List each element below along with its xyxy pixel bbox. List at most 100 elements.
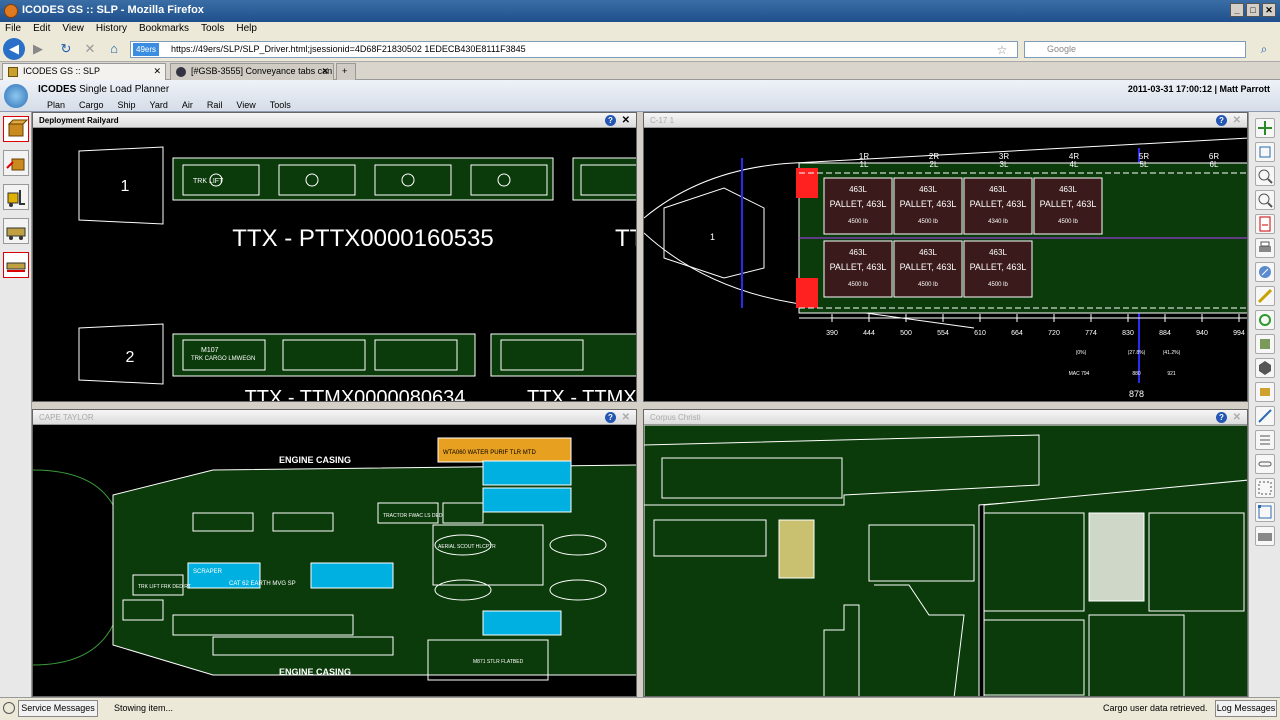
truck-load-icon[interactable] (1255, 526, 1275, 546)
menu-history[interactable]: History (96, 22, 127, 36)
railcar-number-2: 2 (126, 349, 135, 366)
app-menu-rail[interactable]: Rail (207, 100, 223, 110)
ship-panel: CAPE TAYLOR ? ✕ ENGINE CASING ENGINE CAS… (32, 409, 637, 697)
url-bar[interactable]: 49ers https://49ers/SLP/SLP_Driver.html;… (130, 41, 1018, 58)
fit-view-icon[interactable] (1255, 142, 1275, 162)
railcar-tool-icon[interactable] (3, 252, 29, 278)
railcar-deck-1 (172, 157, 554, 201)
minimize-button[interactable]: _ (1230, 3, 1244, 17)
cg-value: 878 (1128, 389, 1145, 399)
menu-bookmarks[interactable]: Bookmarks (139, 22, 189, 36)
stop-icon[interactable]: ✕ (80, 39, 100, 59)
station-label-720: 720 (1048, 330, 1060, 337)
stack-icon[interactable] (1255, 334, 1275, 354)
back-arrow-icon[interactable]: ◀ (3, 38, 25, 60)
move-cargo-icon[interactable] (1255, 382, 1275, 402)
service-messages-button[interactable]: Service Messages (18, 700, 98, 717)
tab-label: ICODES GS :: SLP (23, 66, 101, 76)
print-icon[interactable] (1255, 238, 1275, 258)
row-label-6l: 6L (1210, 160, 1219, 169)
left-toolbar (0, 112, 32, 697)
select-region-icon[interactable] (1255, 478, 1275, 498)
railcar-number-1: 1 (121, 178, 130, 195)
maximize-button[interactable]: □ (1246, 3, 1260, 17)
app-title-rest: Single Load Planner (76, 84, 170, 95)
close-panel-button[interactable]: ✕ (1233, 410, 1241, 425)
help-icon[interactable]: ? (605, 412, 616, 423)
menu-view[interactable]: View (62, 22, 84, 36)
mac-label-1: (27.8%) (1127, 350, 1146, 356)
group-icon[interactable] (1255, 502, 1275, 522)
cargo-label-cat62: CAT 62 EARTH MVG SP (229, 581, 296, 587)
window-title-bar: ICODES GS :: SLP - Mozilla Firefox _ □ ✕ (0, 0, 1280, 22)
app-menu-view[interactable]: View (236, 100, 255, 110)
aircraft-canvas[interactable]: 1 1R 1L 2R 2L 3R 3L 4R 4L 5R 5L 6R 6L 463L PALLET, 46… (644, 128, 1247, 401)
reload-icon[interactable]: ↻ (56, 39, 76, 59)
unstow-icon[interactable] (1255, 406, 1275, 426)
pallet-bottom-2-name: PALLET, 463L (900, 262, 957, 272)
gear-icon[interactable] (1255, 358, 1275, 378)
close-tab-icon[interactable]: ✕ (153, 64, 161, 79)
tab-gsb-3555[interactable]: [#GSB-3555] Conveyance tabs can not... ✕ (170, 63, 334, 80)
help-icon[interactable]: ? (605, 115, 616, 126)
forklift-tool-icon[interactable] (3, 184, 29, 210)
forward-arrow-icon[interactable]: ▶ (28, 39, 48, 59)
port-canvas[interactable] (644, 425, 1247, 696)
close-tab-icon[interactable]: ✕ (321, 64, 329, 79)
bookmark-star-icon[interactable]: ☆ (992, 40, 1012, 60)
vehicle-tool-icon[interactable] (3, 218, 29, 244)
tab-icodes-slp[interactable]: ICODES GS :: SLP ✕ (2, 63, 166, 80)
menu-help[interactable]: Help (236, 22, 257, 36)
menu-tools[interactable]: Tools (201, 22, 224, 36)
station-label-610: 610 (974, 330, 986, 337)
compass-icon[interactable] (1255, 262, 1275, 282)
app-menu-cargo[interactable]: Cargo (79, 100, 104, 110)
search-magnifier-icon[interactable]: ⌕ (1254, 39, 1274, 59)
cargo-item-water-purif-3 (482, 610, 562, 636)
cargo-label-helo: AERIAL SCOUT HLCPTR (438, 544, 496, 550)
pan-tool-icon[interactable] (1255, 118, 1275, 138)
app-menu-air[interactable]: Air (182, 100, 193, 110)
help-icon[interactable]: ? (1216, 412, 1227, 423)
railcar-deck-next (572, 157, 636, 201)
load-sublabel: TRK CARGO LMWEGN (191, 356, 255, 362)
close-window-button[interactable]: ✕ (1262, 3, 1276, 17)
log-messages-button[interactable]: Log Messages (1215, 700, 1277, 717)
new-tab-button[interactable]: + (336, 63, 356, 80)
pdf-export-icon[interactable] (1255, 214, 1275, 234)
cargo-label-trailer: M871 STLR FLATBED (473, 659, 524, 665)
railyard-canvas[interactable]: 1 TRK LIFT TTX - PTTX0000160535 TT 2 M10… (33, 128, 636, 401)
right-toolbar (1248, 112, 1280, 697)
close-panel-button[interactable]: ✕ (622, 410, 630, 425)
measure-ruler-icon[interactable] (1255, 286, 1275, 306)
unload-cargo-tool-icon[interactable] (3, 150, 29, 176)
zoom-in-icon[interactable] (1255, 166, 1275, 186)
menu-file[interactable]: File (5, 22, 21, 36)
station-label-390: 390 (826, 330, 838, 337)
window-title: ICODES GS :: SLP - Mozilla Firefox (22, 4, 204, 16)
app-menu-ship[interactable]: Ship (118, 100, 136, 110)
app-menu-tools[interactable]: Tools (270, 100, 291, 110)
close-panel-button[interactable]: ✕ (1233, 113, 1241, 128)
staging-lot-5 (1088, 512, 1145, 602)
help-icon[interactable]: ? (1216, 115, 1227, 126)
staging-lot-2 (778, 519, 815, 579)
list-icon[interactable] (1255, 430, 1275, 450)
row-label-2l: 2L (930, 160, 939, 169)
pallet-bottom-3-weight: 4500 lb (988, 282, 1008, 288)
menu-edit[interactable]: Edit (33, 22, 50, 36)
close-panel-button[interactable]: ✕ (622, 113, 630, 128)
app-menu-plan[interactable]: Plan (47, 100, 65, 110)
zoom-out-icon[interactable] (1255, 190, 1275, 210)
ship-canvas[interactable]: ENGINE CASING ENGINE CASING WTA060 WATER… (33, 425, 636, 696)
link-icon[interactable] (1255, 454, 1275, 474)
station-label-500: 500 (900, 330, 912, 337)
search-input[interactable]: Google (1024, 41, 1246, 58)
cargo-box-tool-icon[interactable] (3, 116, 29, 142)
home-icon[interactable]: ⌂ (104, 39, 124, 59)
refresh-icon[interactable] (1255, 310, 1275, 330)
app-menu-yard[interactable]: Yard (150, 100, 168, 110)
browser-menu-bar: File Edit View History Bookmarks Tools H… (0, 22, 1280, 36)
status-left-text: Stowing item... (114, 703, 174, 713)
site-identity-badge[interactable]: 49ers (133, 43, 160, 56)
